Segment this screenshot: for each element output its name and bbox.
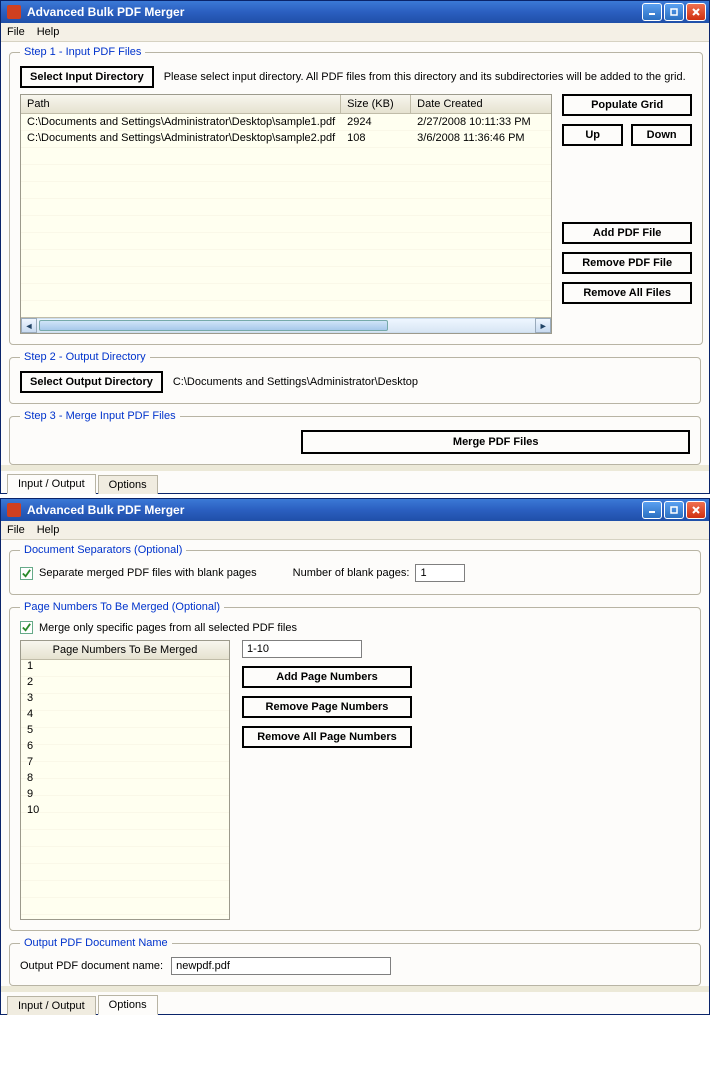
scroll-thumb[interactable] xyxy=(39,320,388,331)
step2-fieldset: Step 2 - Output Directory Select Output … xyxy=(9,351,701,404)
separate-label: Separate merged PDF files with blank pag… xyxy=(39,567,257,579)
grid-body[interactable]: C:\Documents and Settings\Administrator\… xyxy=(21,114,551,317)
select-output-dir-button[interactable]: Select Output Directory xyxy=(20,371,163,393)
list-item[interactable]: 6 xyxy=(21,740,229,756)
page-grid-body[interactable]: 1 2 3 4 5 6 7 8 9 10 xyxy=(21,660,229,919)
scroll-left-icon[interactable]: ◄ xyxy=(21,318,37,333)
add-page-numbers-button[interactable]: Add Page Numbers xyxy=(242,666,412,688)
menu-help[interactable]: Help xyxy=(37,26,60,38)
pages-fieldset: Page Numbers To Be Merged (Optional) Mer… xyxy=(9,601,701,931)
scroll-right-icon[interactable]: ► xyxy=(535,318,551,333)
separate-checkbox[interactable] xyxy=(20,567,33,580)
step1-legend: Step 1 - Input PDF Files xyxy=(20,46,145,58)
horizontal-scrollbar[interactable]: ◄ ► xyxy=(21,317,551,333)
tab-bar: Input / Output Options xyxy=(1,992,709,1014)
app-icon xyxy=(7,5,21,19)
output-name-legend: Output PDF Document Name xyxy=(20,937,172,949)
list-item[interactable]: 7 xyxy=(21,756,229,772)
remove-page-numbers-button[interactable]: Remove Page Numbers xyxy=(242,696,412,718)
main-window-io: Advanced Bulk PDF Merger File Help Step … xyxy=(0,0,710,494)
tab-input-output[interactable]: Input / Output xyxy=(7,474,96,494)
col-size[interactable]: Size (KB) xyxy=(341,95,411,113)
step3-fieldset: Step 3 - Merge Input PDF Files Merge PDF… xyxy=(9,410,701,465)
separators-fieldset: Document Separators (Optional) Separate … xyxy=(9,544,701,595)
window-title: Advanced Bulk PDF Merger xyxy=(27,5,184,19)
titlebar: Advanced Bulk PDF Merger xyxy=(1,499,709,521)
remove-all-button[interactable]: Remove All Files xyxy=(562,282,692,304)
table-row[interactable]: C:\Documents and Settings\Administrator\… xyxy=(21,114,551,130)
page-grid-header: Page Numbers To Be Merged xyxy=(21,641,229,660)
window-title: Advanced Bulk PDF Merger xyxy=(27,503,184,517)
titlebar: Advanced Bulk PDF Merger xyxy=(1,1,709,23)
output-name-fieldset: Output PDF Document Name Output PDF docu… xyxy=(9,937,701,986)
minimize-button[interactable] xyxy=(642,501,662,519)
col-path[interactable]: Path xyxy=(21,95,341,113)
page-numbers-grid[interactable]: Page Numbers To Be Merged 1 2 3 4 5 6 7 … xyxy=(20,640,230,920)
menu-file[interactable]: File xyxy=(7,524,25,536)
files-grid[interactable]: Path Size (KB) Date Created C:\Documents… xyxy=(20,94,552,334)
output-name-input[interactable] xyxy=(171,957,391,975)
minimize-button[interactable] xyxy=(642,3,662,21)
list-item[interactable]: 3 xyxy=(21,692,229,708)
blank-pages-input[interactable] xyxy=(415,564,465,582)
move-up-button[interactable]: Up xyxy=(562,124,623,146)
step3-legend: Step 3 - Merge Input PDF Files xyxy=(20,410,180,422)
col-date[interactable]: Date Created xyxy=(411,95,551,113)
maximize-button[interactable] xyxy=(664,501,684,519)
add-pdf-button[interactable]: Add PDF File xyxy=(562,222,692,244)
step1-instruction: Please select input directory. All PDF f… xyxy=(164,71,686,83)
output-dir-path: C:\Documents and Settings\Administrator\… xyxy=(173,376,418,388)
separators-legend: Document Separators (Optional) xyxy=(20,544,186,556)
select-input-dir-button[interactable]: Select Input Directory xyxy=(20,66,154,88)
main-window-options: Advanced Bulk PDF Merger File Help Docum… xyxy=(0,498,710,1015)
page-range-input[interactable] xyxy=(242,640,362,658)
remove-all-page-numbers-button[interactable]: Remove All Page Numbers xyxy=(242,726,412,748)
list-item[interactable]: 8 xyxy=(21,772,229,788)
app-icon xyxy=(7,503,21,517)
list-item[interactable]: 10 xyxy=(21,804,229,820)
step1-fieldset: Step 1 - Input PDF Files Select Input Di… xyxy=(9,46,703,345)
remove-pdf-button[interactable]: Remove PDF File xyxy=(562,252,692,274)
merge-pdf-button[interactable]: Merge PDF Files xyxy=(301,430,690,454)
table-row[interactable]: C:\Documents and Settings\Administrator\… xyxy=(21,130,551,146)
populate-grid-button[interactable]: Populate Grid xyxy=(562,94,692,116)
tab-bar: Input / Output Options xyxy=(1,471,709,493)
blank-pages-label: Number of blank pages: xyxy=(293,567,410,579)
merge-specific-checkbox[interactable] xyxy=(20,621,33,634)
list-item[interactable]: 1 xyxy=(21,660,229,676)
tab-options[interactable]: Options xyxy=(98,995,158,1015)
menubar: File Help xyxy=(1,521,709,540)
list-item[interactable]: 4 xyxy=(21,708,229,724)
maximize-button[interactable] xyxy=(664,3,684,21)
move-down-button[interactable]: Down xyxy=(631,124,692,146)
step2-legend: Step 2 - Output Directory xyxy=(20,351,150,363)
output-name-label: Output PDF document name: xyxy=(20,960,163,972)
pages-legend: Page Numbers To Be Merged (Optional) xyxy=(20,601,224,613)
menu-help[interactable]: Help xyxy=(37,524,60,536)
menu-file[interactable]: File xyxy=(7,26,25,38)
close-button[interactable] xyxy=(686,3,706,21)
list-item[interactable]: 5 xyxy=(21,724,229,740)
tab-options[interactable]: Options xyxy=(98,475,158,494)
merge-specific-label: Merge only specific pages from all selec… xyxy=(39,622,297,634)
close-button[interactable] xyxy=(686,501,706,519)
list-item[interactable]: 2 xyxy=(21,676,229,692)
menubar: File Help xyxy=(1,23,709,42)
tab-input-output[interactable]: Input / Output xyxy=(7,996,96,1015)
list-item[interactable]: 9 xyxy=(21,788,229,804)
